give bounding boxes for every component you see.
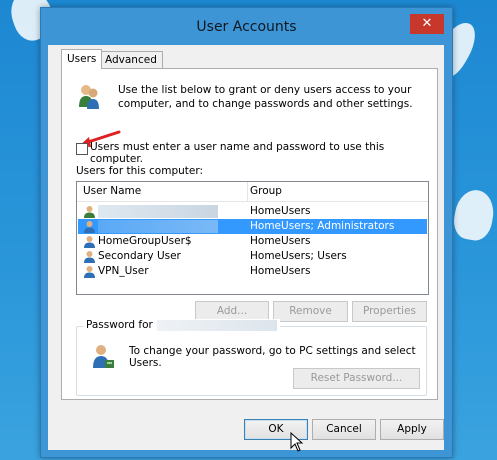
user-group-cell: HomeUsers: [250, 265, 311, 277]
redacted-account-name: [156, 319, 277, 331]
remove-button[interactable]: Remove: [273, 301, 348, 322]
password-groupbox: Password for To change your password, go…: [76, 319, 427, 396]
user-name-cell: HomeGroupUser$: [98, 235, 192, 247]
intro-text: Use the list below to grant or deny user…: [118, 84, 413, 110]
column-header-group[interactable]: Group: [250, 185, 282, 197]
table-row-selected[interactable]: HomeUsers; Administrators: [78, 219, 427, 234]
table-row[interactable]: HomeUsers: [78, 204, 427, 219]
properties-button[interactable]: Properties: [352, 301, 427, 322]
reset-password-button[interactable]: Reset Password...: [293, 368, 420, 389]
user-name-cell: Secondary User: [98, 250, 181, 262]
column-divider[interactable]: [247, 182, 248, 201]
password-group-legend: Password for: [83, 319, 280, 331]
cancel-button[interactable]: Cancel: [312, 419, 376, 440]
tab-users[interactable]: Users: [61, 49, 103, 69]
user-password-icon: [93, 345, 114, 368]
close-button[interactable]: ✕: [410, 14, 444, 34]
background-flower-petal: [450, 187, 497, 243]
user-icon: [84, 206, 95, 218]
user-group-cell: HomeUsers: [250, 235, 311, 247]
user-group-cell: HomeUsers: [250, 205, 311, 217]
tab-advanced[interactable]: Advanced: [99, 51, 163, 68]
title-bar[interactable]: User Accounts ✕: [41, 8, 452, 45]
users-group-icon: [79, 85, 99, 109]
password-for-label: Password for: [86, 319, 153, 331]
password-instructions: To change your password, go to PC settin…: [129, 345, 416, 369]
user-icon: [84, 236, 95, 248]
apply-button[interactable]: Apply: [380, 419, 444, 440]
window-title: User Accounts: [196, 19, 297, 35]
list-header: User Name Group: [77, 182, 428, 202]
table-row[interactable]: HomeGroupUser$ HomeUsers: [78, 234, 427, 249]
user-icon: [84, 266, 95, 278]
user-icon: [84, 251, 95, 263]
table-row[interactable]: VPN_User HomeUsers: [78, 264, 427, 279]
user-name-cell: VPN_User: [98, 265, 149, 277]
user-group-cell: HomeUsers; Users: [250, 250, 347, 262]
user-icon: [84, 221, 95, 233]
require-password-label[interactable]: Users must enter a user name and passwor…: [90, 141, 437, 165]
user-group-cell: HomeUsers; Administrators: [250, 220, 395, 232]
column-header-user-name[interactable]: User Name: [83, 185, 141, 197]
redacted-user-name: [98, 220, 218, 233]
mouse-cursor-icon: [290, 432, 304, 452]
users-list-label: Users for this computer:: [76, 165, 204, 177]
require-password-checkbox[interactable]: [76, 143, 88, 155]
table-row[interactable]: Secondary User HomeUsers; Users: [78, 249, 427, 264]
dialog-client-area: Users Advanced Use the list below to gra…: [48, 45, 444, 452]
users-list[interactable]: User Name Group HomeUsers HomeUsers; Adm…: [76, 181, 429, 295]
users-tab-panel: Use the list below to grant or deny user…: [61, 68, 438, 400]
redacted-user-name: [98, 205, 218, 218]
user-accounts-window: User Accounts ✕ Users Advanced Use the l…: [40, 7, 453, 458]
